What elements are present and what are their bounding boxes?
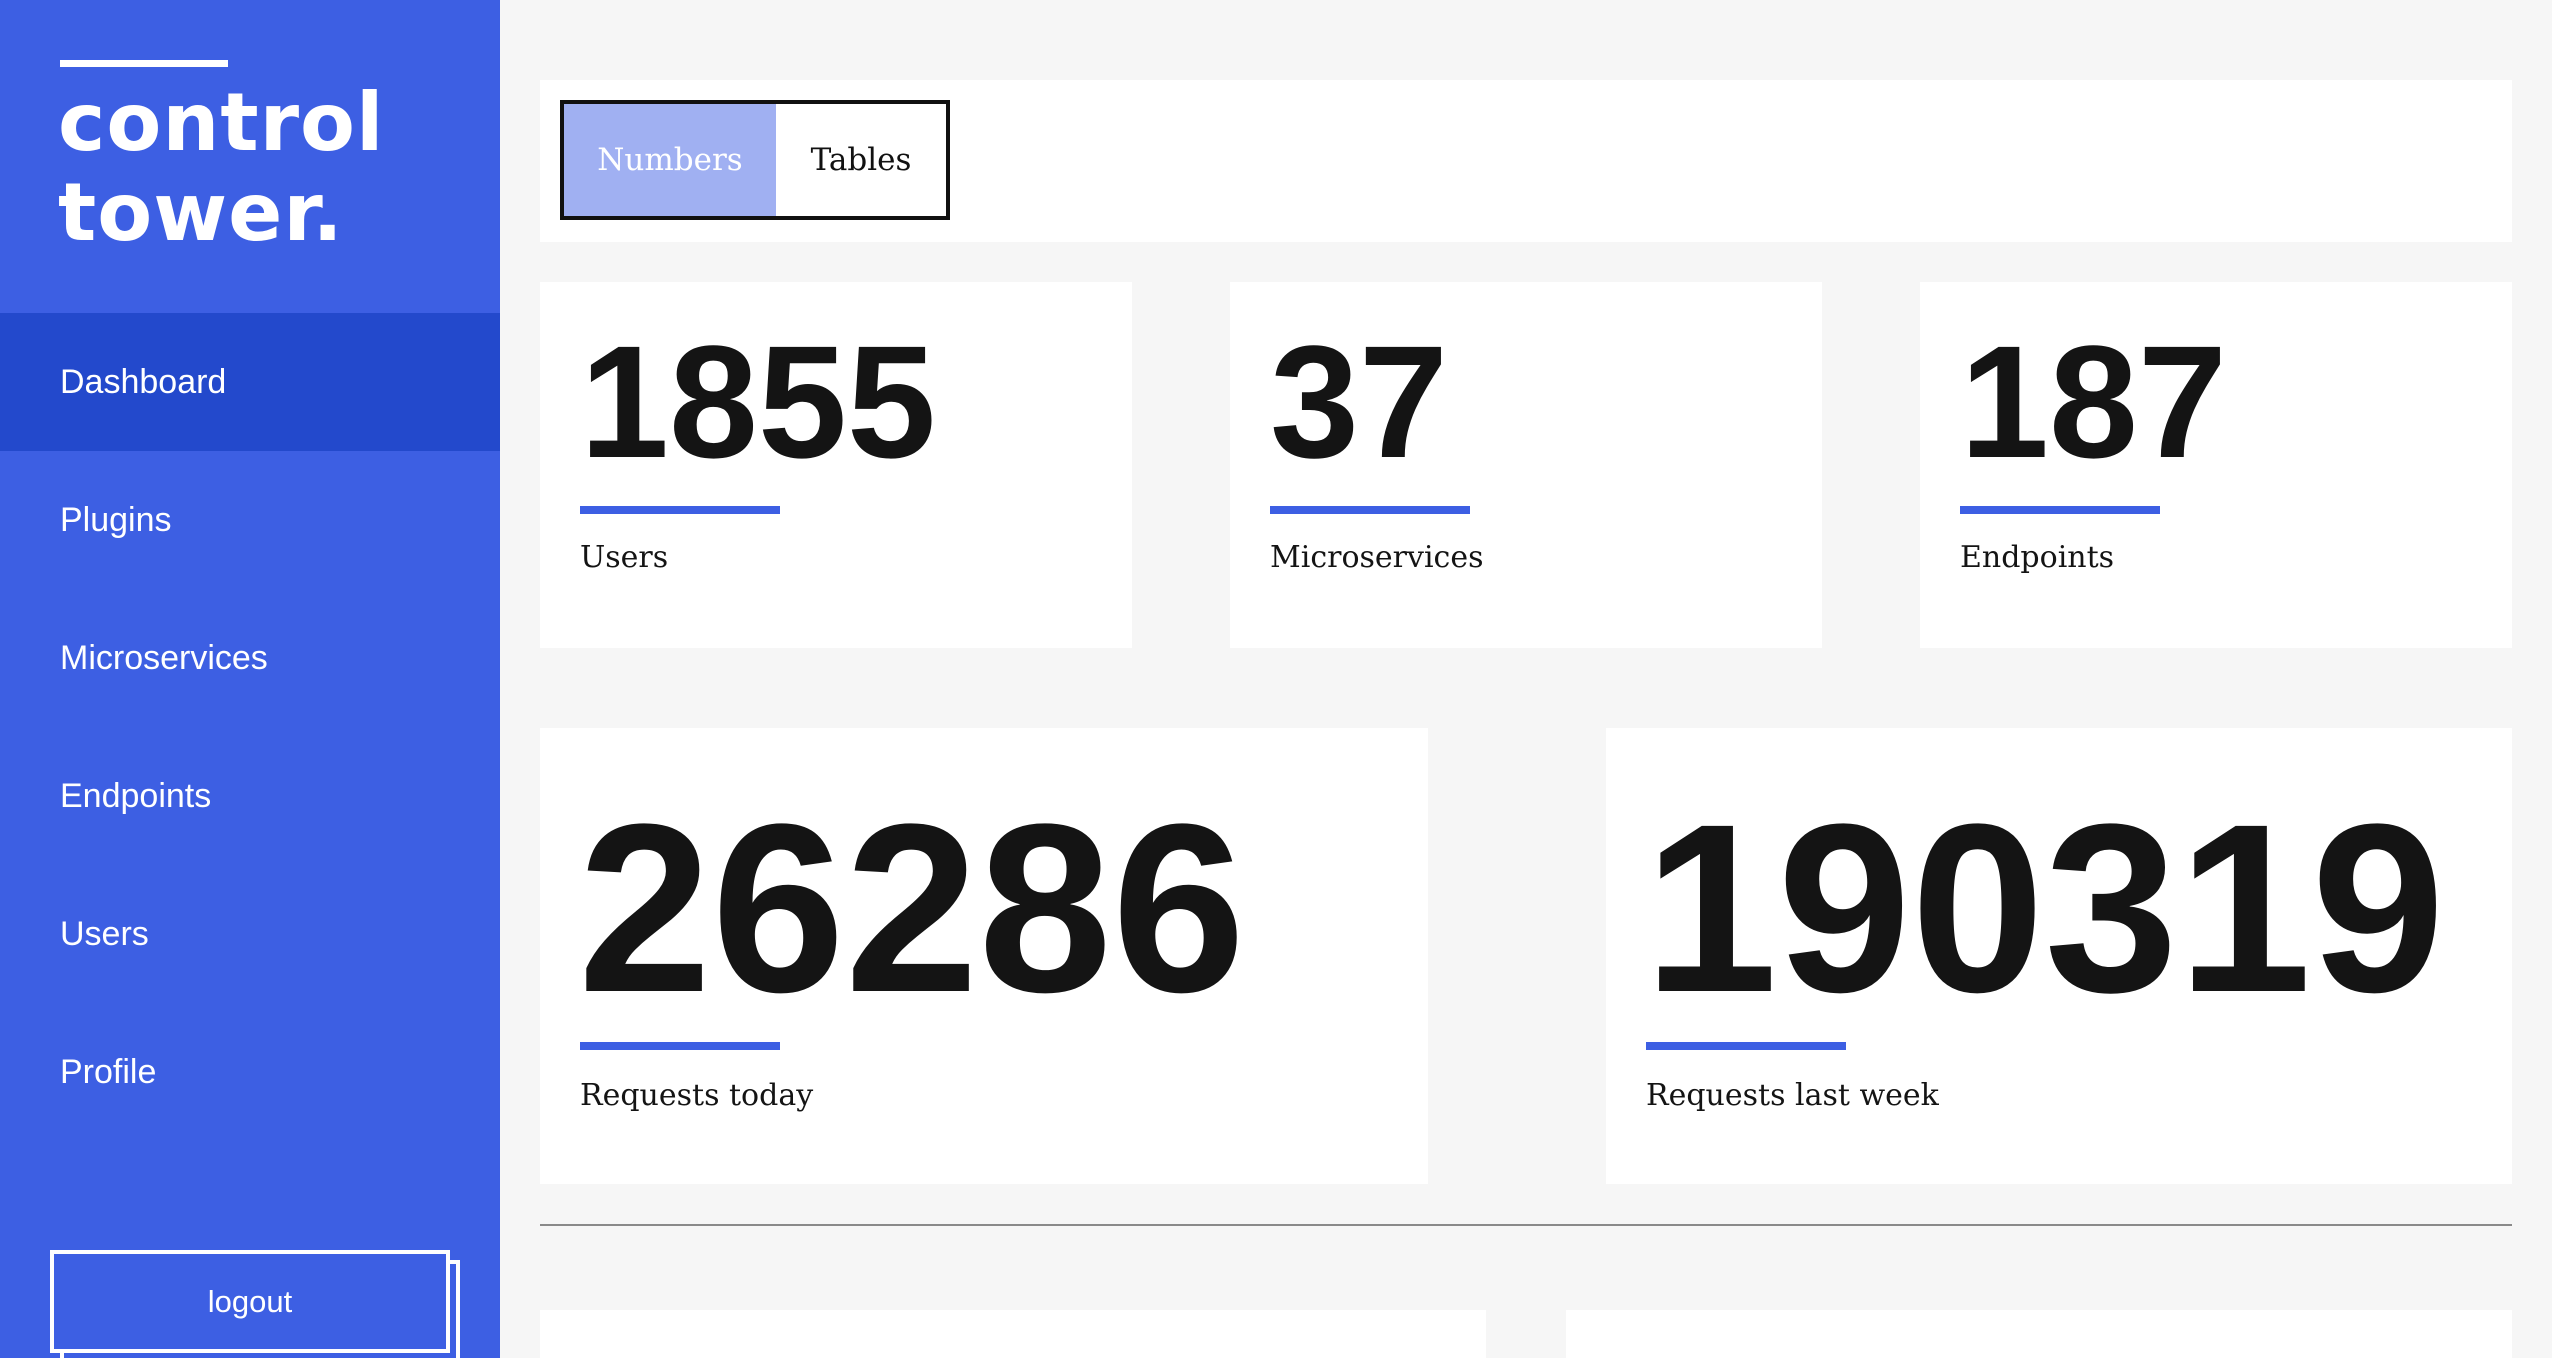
numbers-toggle-button[interactable]: Numbers bbox=[564, 104, 776, 216]
sidebar-item-microservices[interactable]: Microservices bbox=[0, 589, 500, 727]
brand-line-1: control bbox=[58, 76, 385, 169]
stat-value: 26286 bbox=[578, 774, 1246, 1042]
sidebar-item-endpoints[interactable]: Endpoints bbox=[0, 727, 500, 865]
stat-card-microservices: 37 Microservices bbox=[1230, 282, 1822, 648]
view-toggle: Numbers Tables bbox=[560, 100, 950, 220]
logout-label: logout bbox=[207, 1283, 293, 1319]
sidebar-item-plugins[interactable]: Plugins bbox=[0, 451, 500, 589]
brand-logo: control tower. bbox=[58, 78, 384, 258]
brand-line-2: tower. bbox=[58, 166, 344, 259]
sidebar: control tower. Dashboard Plugins Microse… bbox=[0, 0, 500, 1358]
sidebar-item-profile[interactable]: Profile bbox=[0, 1003, 500, 1141]
sidebar-item-label: Users bbox=[60, 914, 149, 953]
sidebar-item-label: Profile bbox=[60, 1052, 157, 1091]
stat-accent-bar bbox=[1646, 1042, 1846, 1050]
sidebar-item-label: Plugins bbox=[60, 500, 172, 539]
sidebar-item-label: Endpoints bbox=[60, 776, 212, 815]
table-card-right bbox=[1566, 1310, 2512, 1358]
stat-label: Requests last week bbox=[1646, 1078, 1939, 1113]
sidebar-item-label: Dashboard bbox=[60, 362, 227, 401]
sidebar-item-dashboard[interactable]: Dashboard bbox=[0, 313, 500, 451]
stat-label: Users bbox=[580, 540, 669, 575]
stat-accent-bar bbox=[580, 506, 780, 514]
table-card-left bbox=[540, 1310, 1486, 1358]
stat-card-requests-today: 26286 Requests today bbox=[540, 728, 1428, 1184]
stat-label: Endpoints bbox=[1960, 540, 2115, 575]
stat-accent-bar bbox=[1960, 506, 2160, 514]
sidebar-item-users[interactable]: Users bbox=[0, 865, 500, 1003]
logout-button[interactable]: logout bbox=[50, 1250, 450, 1353]
stat-card-endpoints: 187 Endpoints bbox=[1920, 282, 2512, 648]
sidebar-item-label: Microservices bbox=[60, 638, 268, 677]
brand-accent-line bbox=[60, 60, 228, 67]
tables-toggle-button[interactable]: Tables bbox=[776, 104, 946, 216]
stat-label: Requests today bbox=[580, 1078, 814, 1113]
stat-value: 187 bbox=[1960, 312, 2227, 491]
stat-value: 1855 bbox=[580, 312, 936, 491]
stat-value: 37 bbox=[1270, 312, 1448, 491]
stat-accent-bar bbox=[580, 1042, 780, 1050]
stat-value: 190319 bbox=[1644, 774, 2445, 1042]
stat-label: Microservices bbox=[1270, 540, 1484, 575]
stat-card-requests-last-week: 190319 Requests last week bbox=[1606, 728, 2512, 1184]
section-divider bbox=[540, 1224, 2512, 1226]
stat-accent-bar bbox=[1270, 506, 1470, 514]
stat-card-users: 1855 Users bbox=[540, 282, 1132, 648]
